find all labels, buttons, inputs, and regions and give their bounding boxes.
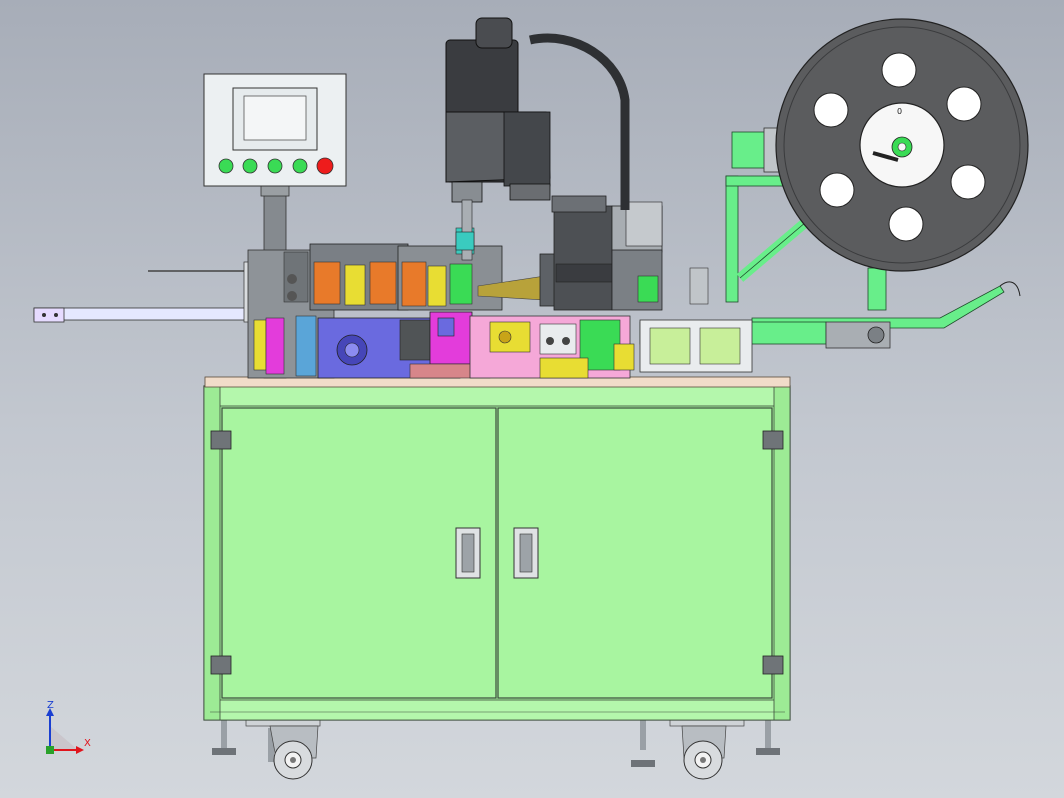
function-button-2[interactable] [242, 158, 258, 174]
z-axis-label: Z [47, 700, 54, 711]
start-button[interactable] [218, 158, 234, 174]
material-reel: 0 [775, 18, 1029, 272]
x-axis-label: X [84, 738, 91, 749]
emergency-stop-button[interactable] [316, 157, 334, 175]
caster-right [669, 717, 745, 780]
caster-left [245, 717, 321, 780]
cabinet-door-left[interactable] [221, 407, 497, 699]
door-handle-left[interactable] [455, 527, 481, 579]
hmi-touchscreen[interactable] [232, 87, 318, 151]
axis-triad: Z X [46, 700, 91, 754]
function-button-4[interactable] [292, 158, 308, 174]
reel-index-mark: 0 [897, 107, 902, 116]
cabinet-door-right[interactable] [497, 407, 773, 699]
transfer-plate [469, 315, 631, 379]
output-conveyor [639, 267, 1021, 373]
function-button-3[interactable] [267, 158, 283, 174]
feeder-rail [33, 261, 267, 323]
machine-drawing: 0 Z X [33, 17, 1029, 780]
servo-motor [551, 195, 613, 311]
table-top [204, 376, 791, 388]
door-handle-right[interactable] [513, 527, 539, 579]
